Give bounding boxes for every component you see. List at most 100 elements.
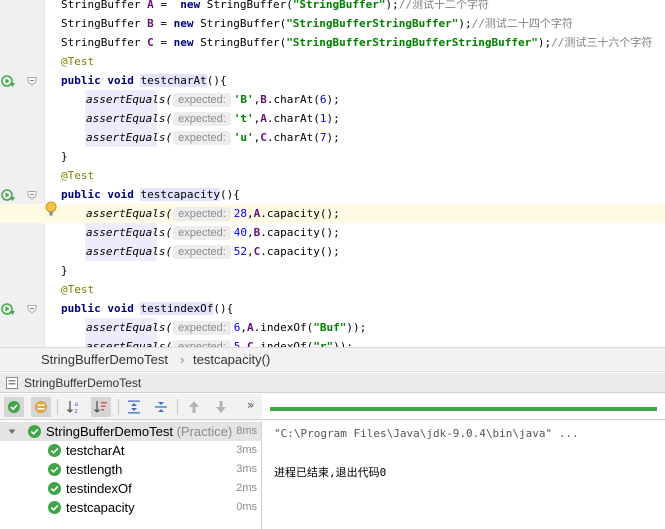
code-line-text: public void testcapacity(){ [61, 187, 240, 202]
toolbar-separator [118, 399, 119, 415]
check-circle-icon [48, 444, 61, 457]
code-line[interactable]: assertEquals(expected:'u',C.charAt(7); [0, 128, 665, 147]
keyword-void: void [107, 74, 141, 87]
test-progress-bar [270, 407, 657, 411]
punctuation: (){ [206, 74, 227, 87]
code-line[interactable]: assertEquals(expected: 6,A.indexOf("Buf")… [0, 318, 665, 337]
test-annotation: @Test [61, 169, 95, 182]
show-ignored-button[interactable] [31, 397, 51, 417]
show-passed-button[interactable] [4, 397, 24, 417]
code-line[interactable]: public void testcharAt(){ [0, 71, 665, 90]
sort-alphabetically-button[interactable]: a z [64, 397, 84, 417]
code-line[interactable]: StringBuffer A = new StringBuffer("Strin… [0, 0, 665, 14]
tree-test-row[interactable]: testlength 3ms [0, 460, 261, 479]
punctuation: ); [385, 0, 399, 11]
closing-brace: } [61, 150, 68, 163]
code-line[interactable]: @Test [0, 280, 665, 299]
breadcrumb-method[interactable]: testcapacity() [193, 352, 270, 367]
tree-test-row[interactable]: testindexOf 2ms [0, 479, 261, 498]
code-line-text: assertEquals(expected: 40,B.capacity(); [86, 225, 340, 240]
punctuation: , [247, 207, 254, 220]
run-test-icon[interactable] [1, 73, 16, 88]
field-ref: C [247, 340, 254, 347]
operator: = [153, 0, 181, 11]
expected-value: 'B' [233, 93, 254, 106]
code-line[interactable]: assertEquals(expected: 5,C.indexOf("r")); [0, 337, 665, 347]
run-test-icon[interactable] [1, 301, 16, 316]
assert-call: assertEquals( [86, 340, 173, 347]
code-line[interactable]: assertEquals(expected: 52,C.capacity(); [0, 242, 665, 261]
lightbulb-icon[interactable] [45, 201, 57, 217]
tree-root-suffix: (Practice) [176, 424, 233, 439]
collapse-all-button[interactable] [151, 397, 171, 417]
sort-alpha-icon: a z [67, 401, 79, 415]
test-duration: 3ms [236, 444, 257, 456]
method-name[interactable]: testcharAt [140, 74, 207, 87]
call-argument: "Buf" [313, 321, 347, 334]
test-results-tree: StringBufferDemoTest (Practice) 8ms test… [0, 421, 262, 529]
code-line[interactable]: @Test [0, 52, 665, 71]
fold-icon[interactable] [27, 190, 37, 200]
method-call: .indexOf( [253, 321, 314, 334]
punctuation: ); [326, 245, 340, 258]
code-line[interactable]: } [0, 147, 665, 166]
breadcrumb-class[interactable]: StringBufferDemoTest [41, 352, 168, 367]
code-line[interactable]: assertEquals(expected:'t',A.charAt(1); [0, 109, 665, 128]
parameter-hint: expected: [173, 340, 231, 347]
svg-text:a: a [75, 401, 79, 408]
field-ref: B [260, 93, 267, 106]
code-line[interactable]: StringBuffer B = new StringBuffer("Strin… [0, 14, 665, 33]
run-tab-title[interactable]: StringBufferDemoTest [24, 376, 141, 390]
next-failed-button[interactable] [211, 397, 231, 417]
keyword-new: new [173, 36, 201, 49]
method-name[interactable]: testindexOf [140, 302, 214, 315]
test-progress-area [262, 394, 665, 420]
fold-icon[interactable] [27, 76, 37, 86]
code-line[interactable]: StringBuffer C = new StringBuffer("Strin… [0, 33, 665, 52]
constructor-name: StringBuffer( [206, 0, 293, 11]
code-line-text: assertEquals(expected: 28,A.capacity(); [86, 206, 340, 221]
run-tool-window-header: StringBufferDemoTest [0, 373, 665, 393]
parameter-hint: expected: [173, 112, 231, 126]
field-ref: A [260, 112, 267, 125]
expand-all-button[interactable] [124, 397, 144, 417]
code-line[interactable]: assertEquals(expected: 'B',B.charAt(6); [0, 90, 665, 109]
punctuation: (){ [219, 188, 240, 201]
run-test-icon[interactable] [1, 187, 16, 202]
previous-failed-button[interactable] [184, 397, 204, 417]
code-line[interactable]: public void testindexOf(){ [0, 299, 665, 318]
test-name: testcapacity [66, 500, 135, 515]
field-ref: C [260, 131, 267, 144]
code-line[interactable]: assertEquals(expected: 28,A.capacity(); [0, 204, 665, 223]
tree-root-row[interactable]: StringBufferDemoTest (Practice) 8ms [0, 422, 261, 441]
code-line[interactable]: assertEquals(expected: 40,B.capacity(); [0, 223, 665, 242]
ignored-tests-icon [35, 401, 47, 413]
code-line[interactable]: @Test [0, 166, 665, 185]
method-call: .charAt( [266, 93, 320, 106]
code-line[interactable]: } [0, 261, 665, 280]
toolbar-separator [57, 399, 58, 415]
field-ref: A [247, 321, 254, 334]
more-actions-chevron-icon[interactable]: » [247, 398, 254, 412]
code-editor[interactable]: StringBuffer A = new StringBuffer("Strin… [0, 0, 665, 347]
code-line-text: public void testcharAt(){ [61, 73, 227, 88]
fold-icon[interactable] [27, 304, 37, 314]
check-circle-icon [48, 482, 61, 495]
expected-value: 'u' [233, 131, 254, 144]
console-output[interactable]: "C:\Program Files\Java\jdk-9.0.4\bin\jav… [262, 421, 665, 529]
keyword-new: new [180, 0, 207, 11]
check-circle-icon [28, 425, 41, 438]
code-line[interactable]: public void testcapacity(){ [0, 185, 665, 204]
assert-call: assertEquals( [86, 245, 173, 258]
chevron-down-icon[interactable] [8, 428, 16, 436]
tree-test-row[interactable]: testcharAt 3ms [0, 441, 261, 460]
console-command-line: "C:\Program Files\Java\jdk-9.0.4\bin\jav… [274, 427, 579, 440]
method-name[interactable]: testcapacity [140, 188, 220, 201]
code-line-text: public void testindexOf(){ [61, 301, 233, 316]
tree-test-row[interactable]: testcapacity 0ms [0, 498, 261, 517]
keyword-public: public [61, 74, 108, 87]
expand-all-icon [128, 400, 140, 414]
test-name: testlength [66, 462, 123, 477]
code-line-text: @Test [61, 282, 94, 297]
sort-by-duration-button[interactable] [91, 397, 111, 417]
